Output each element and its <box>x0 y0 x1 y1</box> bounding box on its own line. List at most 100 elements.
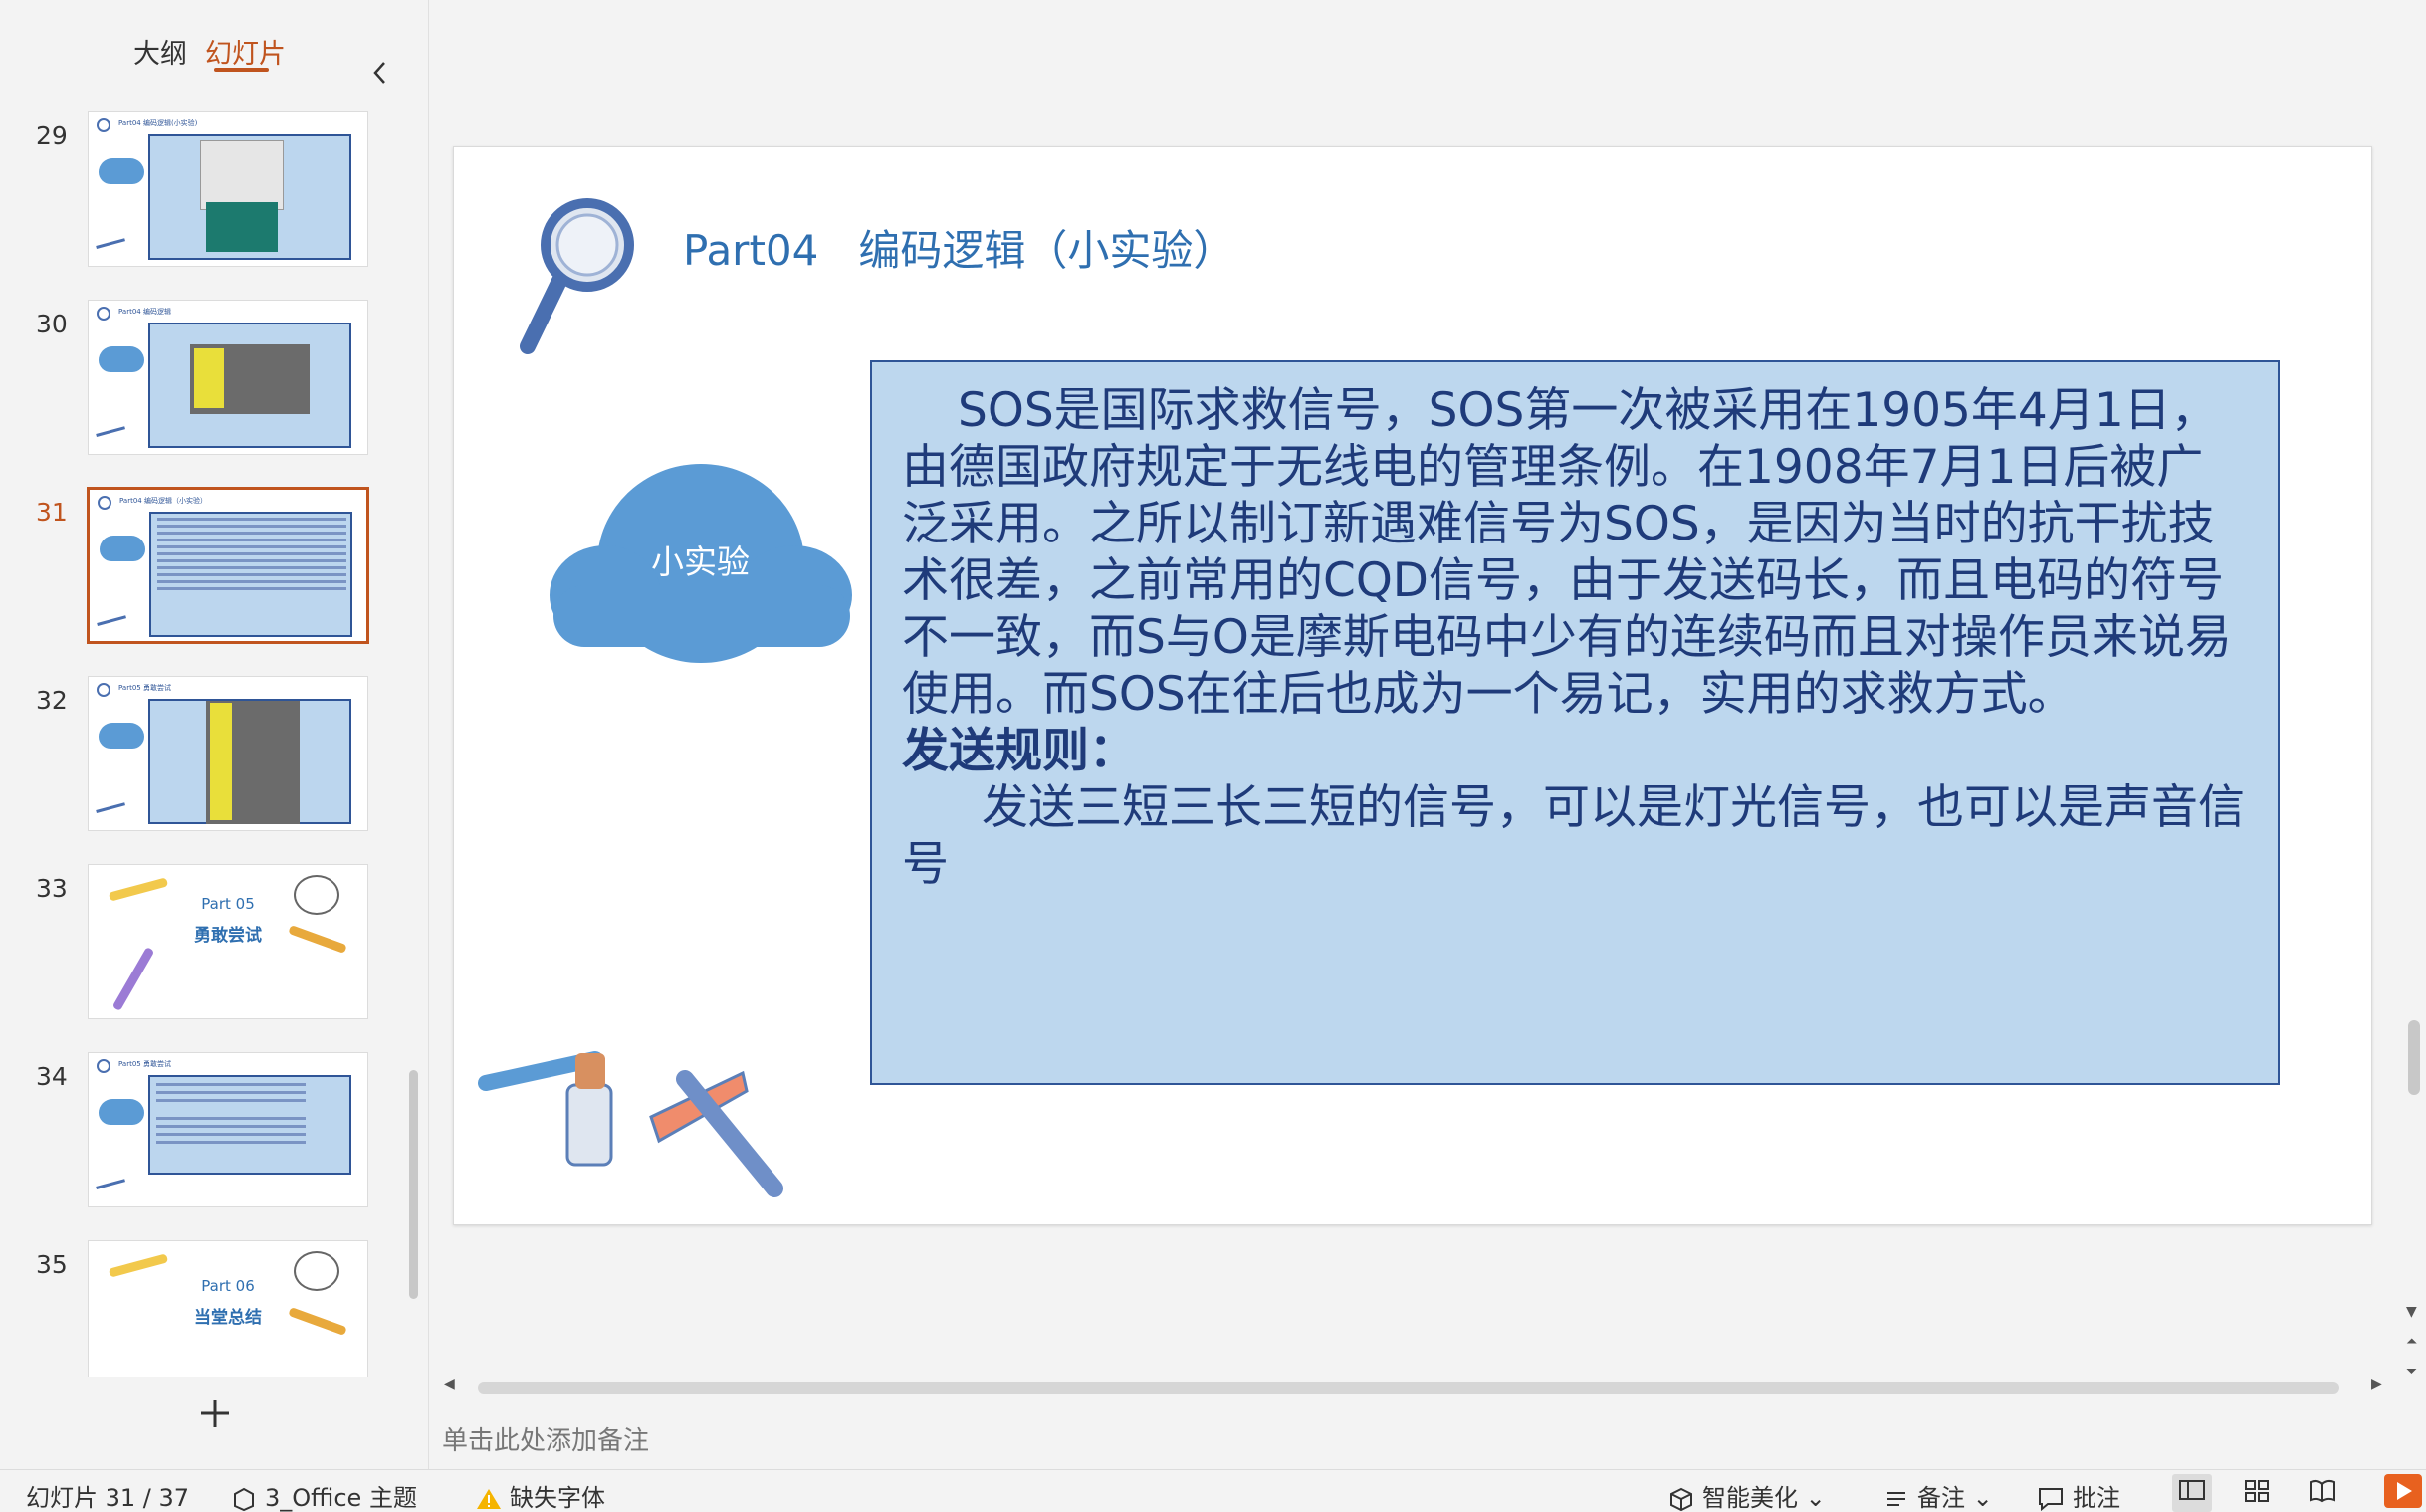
slide-counter[interactable]: 幻灯片 31 / 37 <box>26 1478 189 1512</box>
thumbnail-row[interactable]: 34 Part05 勇敢尝试 <box>0 1050 408 1207</box>
play-icon <box>2397 1482 2412 1500</box>
tab-slides[interactable]: 幻灯片 <box>205 32 286 71</box>
thumb-title: Part05 勇敢尝试 <box>118 684 171 692</box>
panel-scrollbar[interactable] <box>409 1070 418 1299</box>
chevron-left-icon <box>373 62 385 84</box>
slide-thumbnail-32[interactable]: Part05 勇敢尝试 <box>88 676 368 831</box>
thumbnail-row[interactable]: 31 Part04 编码逻辑（小实验） <box>0 486 408 643</box>
magnifier-icon <box>97 307 110 321</box>
cover-subtitle: 当堂总结 <box>194 1308 262 1328</box>
code-block-image <box>194 348 224 408</box>
slide-sorter-view-button[interactable] <box>2243 1478 2271 1510</box>
cloud-icon <box>99 346 144 372</box>
thumbnail-row[interactable]: 33 Part 05 勇敢尝试 <box>0 862 408 1019</box>
code-block-image <box>210 703 232 820</box>
brush-image <box>111 946 155 1012</box>
thumb-text-lines <box>157 518 346 521</box>
rule-heading: 发送规则： <box>902 724 1136 778</box>
active-tab-indicator <box>214 68 269 72</box>
slide-number: 30 <box>36 310 68 338</box>
missing-font-indicator[interactable]: 缺失字体 <box>476 1478 605 1512</box>
thumb-title: Part04 编码逻辑 <box>118 308 171 316</box>
cloud-icon <box>99 723 144 749</box>
book-icon <box>2310 1479 2335 1503</box>
current-slide[interactable]: Part04 编码逻辑（小实验） 小实验 SOS是国际求救信号，SOS第一次被采… <box>453 146 2372 1225</box>
next-slide-icon[interactable]: ⏷ <box>2406 1364 2417 1380</box>
slide-thumbnail-33[interactable]: Part 05 勇敢尝试 <box>88 864 368 1019</box>
pencil-image <box>108 1253 169 1278</box>
magnifier-icon <box>520 198 634 354</box>
comments-button[interactable]: 批注 <box>2037 1478 2120 1512</box>
slideshow-play-button[interactable] <box>2384 1474 2422 1508</box>
smart-beautify-button[interactable]: 智能美化 ⌄ <box>1668 1478 1826 1512</box>
reading-view-button[interactable] <box>2308 1478 2337 1510</box>
status-bar: 幻灯片 31 / 37 3_Office 主题 缺失字体 智能美化 ⌄ 备注 ⌄… <box>0 1469 2426 1512</box>
notes-placeholder[interactable]: 单击此处添加备注 <box>442 1420 649 1457</box>
tab-outline[interactable]: 大纲 <box>133 32 187 71</box>
chevron-down-icon: ⌄ <box>1972 1484 1993 1512</box>
thumb-text-lines <box>156 1083 306 1086</box>
thumbnail-list[interactable]: 29 Part04 编码逻辑(小实验) 30 Part04 编码逻辑 31 Pa… <box>0 108 408 1377</box>
thumbnail-row[interactable]: 30 Part04 编码逻辑 <box>0 298 408 455</box>
cloud-icon <box>99 1099 144 1125</box>
horizontal-scrollbar[interactable] <box>478 1382 2339 1394</box>
slide-thumbnail-panel: 大纲 幻灯片 29 Part04 编码逻辑(小实验) 30 Part04 编码逻… <box>0 0 429 1469</box>
rule-body: 发送三短三长三短的信号，可以是灯光信号，也可以是声音信号 <box>902 780 2245 892</box>
cloud-icon <box>100 536 145 561</box>
tools-icon <box>96 1179 127 1196</box>
slide-thumbnail-30[interactable]: Part04 编码逻辑 <box>88 300 368 455</box>
magnifier-icon <box>97 683 110 697</box>
tools-icon <box>96 238 127 256</box>
thumbnail-row[interactable]: 32 Part05 勇敢尝试 <box>0 674 408 831</box>
scroll-right-arrow-icon[interactable]: ▶ <box>2371 1376 2382 1392</box>
cube-icon <box>1670 1487 1692 1512</box>
body-paragraph: SOS是国际求救信号，SOS第一次被采用在1905年4月1日，由德国政府规定于无… <box>902 383 2232 722</box>
scroll-down-arrow-icon[interactable]: ▼ <box>2406 1304 2417 1320</box>
breadboard-image <box>200 140 284 210</box>
slide-number: 34 <box>36 1062 68 1091</box>
theme-label: 3_Office 主题 <box>265 1484 417 1512</box>
vertical-scrollbar[interactable] <box>2408 1020 2420 1095</box>
normal-view-button[interactable] <box>2172 1474 2212 1512</box>
missing-font-label: 缺失字体 <box>510 1484 605 1512</box>
warning-icon <box>477 1489 501 1509</box>
cover-subtitle: 勇敢尝试 <box>194 926 262 946</box>
thumbnail-row[interactable]: 29 Part04 编码逻辑(小实验) <box>0 109 408 267</box>
theme-indicator[interactable]: 3_Office 主题 <box>231 1478 417 1512</box>
prev-slide-icon[interactable]: ⏶ <box>2406 1334 2417 1350</box>
smart-beautify-label: 智能美化 <box>1702 1484 1798 1512</box>
scroll-left-arrow-icon[interactable]: ◀ <box>444 1376 455 1392</box>
thumb-content-box <box>148 699 351 824</box>
notes-pane[interactable]: 单击此处添加备注 <box>430 1404 2426 1469</box>
cover-title: Part 06 <box>201 1277 255 1295</box>
thumb-title: Part05 勇敢尝试 <box>118 1060 171 1068</box>
slide-number: 35 <box>36 1250 68 1279</box>
content-text-box[interactable]: SOS是国际求救信号，SOS第一次被采用在1905年4月1日，由德国政府规定于无… <box>870 360 2280 1085</box>
arduino-image <box>206 202 278 252</box>
grid-icon <box>2245 1480 2269 1502</box>
thumb-title: Part04 编码逻辑（小实验） <box>119 497 207 505</box>
notes-toggle-label: 备注 <box>1917 1484 1965 1512</box>
magnifier-icon <box>97 118 110 132</box>
thumb-title: Part04 编码逻辑(小实验) <box>118 119 198 127</box>
slide-title[interactable]: Part04 编码逻辑（小实验） <box>683 217 1234 278</box>
notes-toggle-button[interactable]: 备注 ⌄ <box>1883 1478 1993 1512</box>
magnifier-icon <box>97 1059 110 1073</box>
slide-thumbnail-35[interactable]: Part 06 当堂总结 <box>88 1240 368 1377</box>
notes-icon <box>1887 1492 1905 1506</box>
slide-thumbnail-31[interactable]: Part04 编码逻辑（小实验） <box>88 488 368 643</box>
comment-icon <box>2039 1488 2063 1512</box>
add-slide-button[interactable] <box>195 1394 235 1433</box>
panel-tabs: 大纲 幻灯片 <box>0 28 429 84</box>
slide-thumbnail-34[interactable]: Part05 勇敢尝试 <box>88 1052 368 1207</box>
thumbnail-row[interactable]: 35 Part 06 当堂总结 <box>0 1238 408 1377</box>
theme-icon <box>234 1487 254 1512</box>
tools-icon <box>97 615 128 633</box>
plus-icon <box>201 1400 229 1427</box>
slide-thumbnail-29[interactable]: Part04 编码逻辑(小实验) <box>88 111 368 267</box>
tools-illustration <box>478 1051 783 1197</box>
thumb-content-box <box>148 134 351 260</box>
slide-number: 31 <box>36 498 68 527</box>
collapse-panel-button[interactable] <box>368 58 392 88</box>
slide-number: 29 <box>36 121 68 150</box>
